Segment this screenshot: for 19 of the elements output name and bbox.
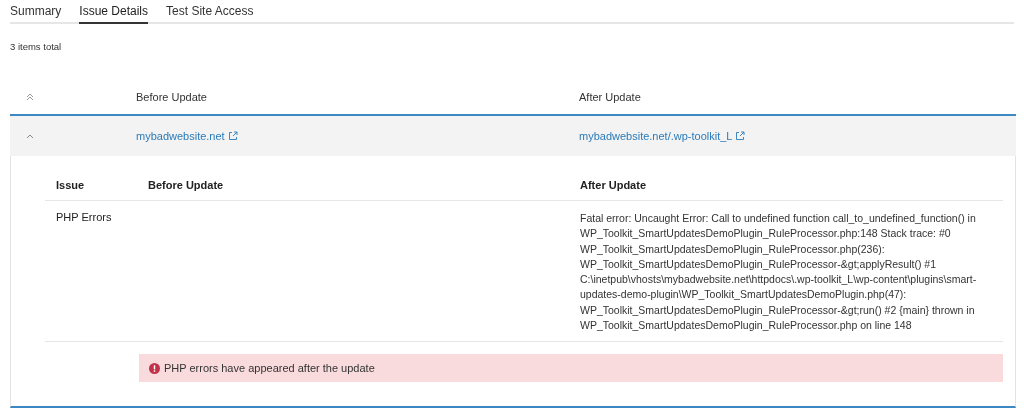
expand-all-icon[interactable]	[26, 93, 34, 101]
external-link-icon	[735, 131, 746, 141]
site-link[interactable]: mybadwebsite.net	[136, 130, 238, 142]
column-header: Before Update	[136, 91, 207, 103]
chevron-icon[interactable]	[26, 133, 34, 139]
column-header: Before Update	[148, 179, 224, 191]
items-total: 3 items total	[10, 41, 63, 52]
tab[interactable]: Summary	[10, 2, 62, 24]
alert-text: PHP errors have appeared after the update	[164, 362, 375, 375]
column-header: Issue	[56, 179, 85, 191]
tab[interactable]: Test Site Access	[166, 2, 254, 24]
column-header: After Update	[579, 91, 641, 103]
external-link-icon	[227, 131, 238, 141]
tab[interactable]: Issue Details	[79, 2, 149, 24]
table-cell: PHP Errors	[56, 211, 112, 223]
error-message: Fatal error: Uncaught Error: Call to undefined function call_to_undefined_function() in WP_Toolkit_SmartUpdatesDemoPlugin_RuleProcessor.php:148 Stack trace: #0 WP_Toolkit_SmartUpdatesDemoPlugin_RuleProcessor.php(236): WP_Toolkit_SmartUpdatesDemoPlugin_RuleProcessor-&gt;applyResult() #1 C:\inetpub\vhosts\mybadwebsite.net\httpdocs\.wp-toolkit_L\wp-content\plugins\smart-updates-demo-plugin\WP_Toolkit_SmartUpdatesDemoPlugin.php(47): WP_Toolkit_SmartUpdatesDemoPlugin_RuleProcessor-&gt;run() #2 {main} thrown in WP_Toolkit_SmartUpdatesDemoPlugin_RuleProcessor.php on line 148	[580, 211, 978, 334]
error-icon	[149, 362, 160, 374]
site-link[interactable]: mybadwebsite.net/.wp-toolkit_L	[579, 130, 746, 142]
column-header: After Update	[580, 179, 646, 191]
